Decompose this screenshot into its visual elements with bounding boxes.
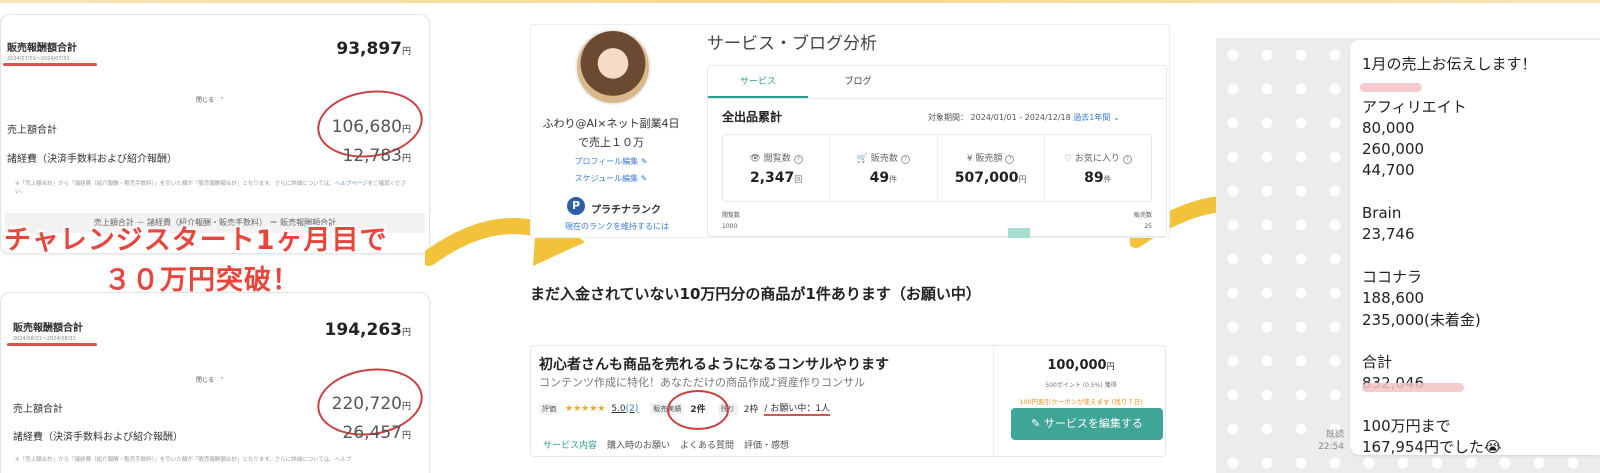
chart-left-axis-label: 閲覧数 [722, 212, 741, 219]
cart-icon: 🛒 [856, 153, 871, 164]
service-title[interactable]: 初心者さんも商品を売れるようになるコンサルやります [539, 354, 889, 374]
chevron-down-icon: ⌄ [1112, 113, 1120, 122]
chart-right-tick: 25 [1144, 223, 1152, 230]
page-title: サービス・ブログ分析 [707, 34, 877, 54]
stat-label: ♡ お気に入り? [1064, 151, 1132, 164]
help-icon[interactable]: ? [1005, 154, 1015, 164]
stat-label: 🛒 販売数? [857, 151, 910, 164]
chart-bar [1008, 228, 1030, 238]
help-page-link[interactable]: ヘルプページ [335, 181, 368, 187]
section-title: 全出品累計 [722, 110, 783, 124]
fees-value: 12,783円 [342, 146, 412, 166]
heart-icon: ♡ [1063, 153, 1075, 164]
rating-value[interactable]: 5.0(2) [611, 404, 638, 414]
chat-message-bubble: 1月の売上お伝えします！ アフィリエイト 80,000 260,000 44,7… [1350, 40, 1600, 456]
sales-label: 売上額合計 [13, 404, 63, 415]
service-subtitle: コンテンツ作成に特化！あなただけの商品作成♪資産作りコンサル [539, 376, 866, 389]
pending-count: / お願い中：1人 [764, 401, 831, 416]
remaining-count: 2枠 [743, 405, 759, 415]
stat-0: 👁 閲覧数? 2,347回 [723, 135, 829, 201]
chevron-up-icon: ⌃ [219, 96, 225, 104]
edit-icon: ✎ [640, 174, 648, 183]
tab-blog[interactable]: ブログ [808, 74, 908, 98]
help-icon[interactable]: ? [1122, 154, 1132, 164]
stat-value: 89件 [1084, 169, 1112, 186]
panel-date: 2024/07/01～2024/07/31 [7, 56, 70, 62]
service-card: 初心者さんも商品を売れるようになるコンサルやります コンテンツ作成に特化！あなた… [530, 345, 1166, 457]
rank-label: プラチナランク [591, 205, 661, 216]
payout-total: 93,897円 [336, 39, 411, 59]
panel-title: 販売報酬額合計 [13, 323, 83, 334]
tab-faq[interactable]: よくある質問 [680, 438, 734, 451]
sales-label: 売上額合計 [7, 125, 57, 136]
payout-total: 194,263円 [324, 320, 411, 340]
fees-label: 諸経費（決済手数料および紹介報酬） [13, 432, 183, 443]
period-select[interactable]: 過去1年間 ⌄ [1073, 113, 1119, 122]
edit-service-button[interactable]: ✎ サービスを編集する [1011, 408, 1163, 440]
profile-name: ふわり@AI×ネット副業4日 で売上１０万 [542, 117, 680, 149]
help-icon[interactable]: ? [793, 154, 803, 164]
platinum-rank-icon: P [567, 197, 585, 215]
edit-icon: ✎ [640, 157, 648, 166]
avatar [575, 29, 651, 105]
points-note: 500ポイント (0.5%) 獲得 [1045, 382, 1117, 389]
divider [708, 98, 1166, 99]
help-note: ※「売上額合計」から「諸経費（紹介報酬・販売手数料）」を引いた額が「販売報酬額合… [15, 457, 352, 463]
red-circle-annotation [667, 390, 729, 430]
tab-reviews[interactable]: 評価・感想 [744, 438, 789, 451]
divider [993, 346, 994, 456]
stat-label: 👁 閲覧数? [749, 151, 803, 164]
edit-schedule-link[interactable]: スケジュール編集 ✎ [531, 173, 691, 184]
fees-value: 26,457円 [342, 423, 412, 443]
stats-box: 👁 閲覧数? 2,347回 🛒 販売数? 49件 ¥ 販売額? 507,000円 ♡ お気に… [722, 134, 1152, 202]
red-underline [7, 343, 97, 346]
read-receipt: 既読 22:54 [1318, 430, 1344, 452]
top-accent-line [0, 0, 1600, 3]
chart-right-axis-label: 販売数 [1133, 212, 1152, 219]
tab-service-content[interactable]: サービス内容 [543, 438, 597, 451]
fees-label: 諸経費（決済手数料および紹介報酬） [7, 154, 177, 165]
stat-value: 49件 [869, 169, 898, 186]
caption: まだ入金されていない10万円分の商品が1件あります（お願い中） [530, 285, 981, 303]
collapse-label: 閉じる [196, 377, 215, 384]
stat-value: 2,347回 [749, 169, 803, 186]
rating-label: 評価 [539, 402, 559, 415]
panel-title: 販売報酬額合計 [7, 43, 77, 54]
star-rating-icon: ★★★★★ [565, 403, 606, 414]
collapse-toggle[interactable]: 閉じる ⌃ [196, 87, 225, 106]
panel-date: 2024/08/01～2024/08/31 [13, 336, 76, 342]
tab-service[interactable]: サービス [708, 74, 808, 98]
help-icon[interactable]: ? [900, 154, 910, 164]
edit-icon: ✎ [1031, 417, 1041, 430]
chart-left-tick: 1000 [722, 223, 738, 230]
analysis-panel: サービス ブログ 全出品累計 対象期間： 2024/01/01 - 2024/1… [707, 65, 1167, 238]
sales-report-panel-august: 販売報酬額合計 2024/08/01～2024/08/31 194,263円 閉… [0, 292, 430, 473]
chevron-up-icon: ⌃ [219, 376, 225, 384]
stat-3: ♡ お気に入り? 89件 [1043, 135, 1151, 201]
eye-icon: 👁 [749, 153, 764, 164]
collapse-label: 閉じる [196, 97, 215, 104]
coupon-note: 100円割引クーポンが使えます (残り７日) [1019, 398, 1143, 406]
help-note: ※「売上額合計」から「諸経費（紹介報酬・販売手数料）」を引いた額が「販売報酬額合… [15, 181, 407, 195]
stat-value: 507,000円 [954, 169, 1027, 186]
headline-line-1: チャレンジスタート1ヶ月目で [4, 225, 388, 256]
price: 100,000円 [1047, 358, 1115, 373]
analysis-screen: ふわり@AI×ネット副業4日 で売上１０万 プロフィール編集 ✎ スケジュール編集… [530, 24, 1170, 238]
tab-purchase-request[interactable]: 購入時のお願い [607, 438, 670, 451]
stat-2: ¥ 販売額? 507,000円 [936, 135, 1044, 201]
period: 対象期間： 2024/01/01 - 2024/12/18 過去1年間 ⌄ [928, 113, 1120, 122]
highlight-mark [1360, 83, 1422, 92]
stat-label: ¥ 販売額? [967, 151, 1015, 164]
edit-profile-link[interactable]: プロフィール編集 ✎ [531, 156, 691, 167]
service-tabs: サービス内容 購入時のお願い よくある質問 評価・感想 [543, 438, 789, 451]
stat-1: 🛒 販売数? 49件 [829, 135, 936, 201]
highlight-mark [1362, 383, 1464, 392]
collapse-toggle[interactable]: 閉じる ⌃ [196, 367, 225, 386]
red-underline [3, 63, 97, 66]
rank-maintain-link[interactable]: 現在のランクを維持するには [557, 221, 677, 232]
